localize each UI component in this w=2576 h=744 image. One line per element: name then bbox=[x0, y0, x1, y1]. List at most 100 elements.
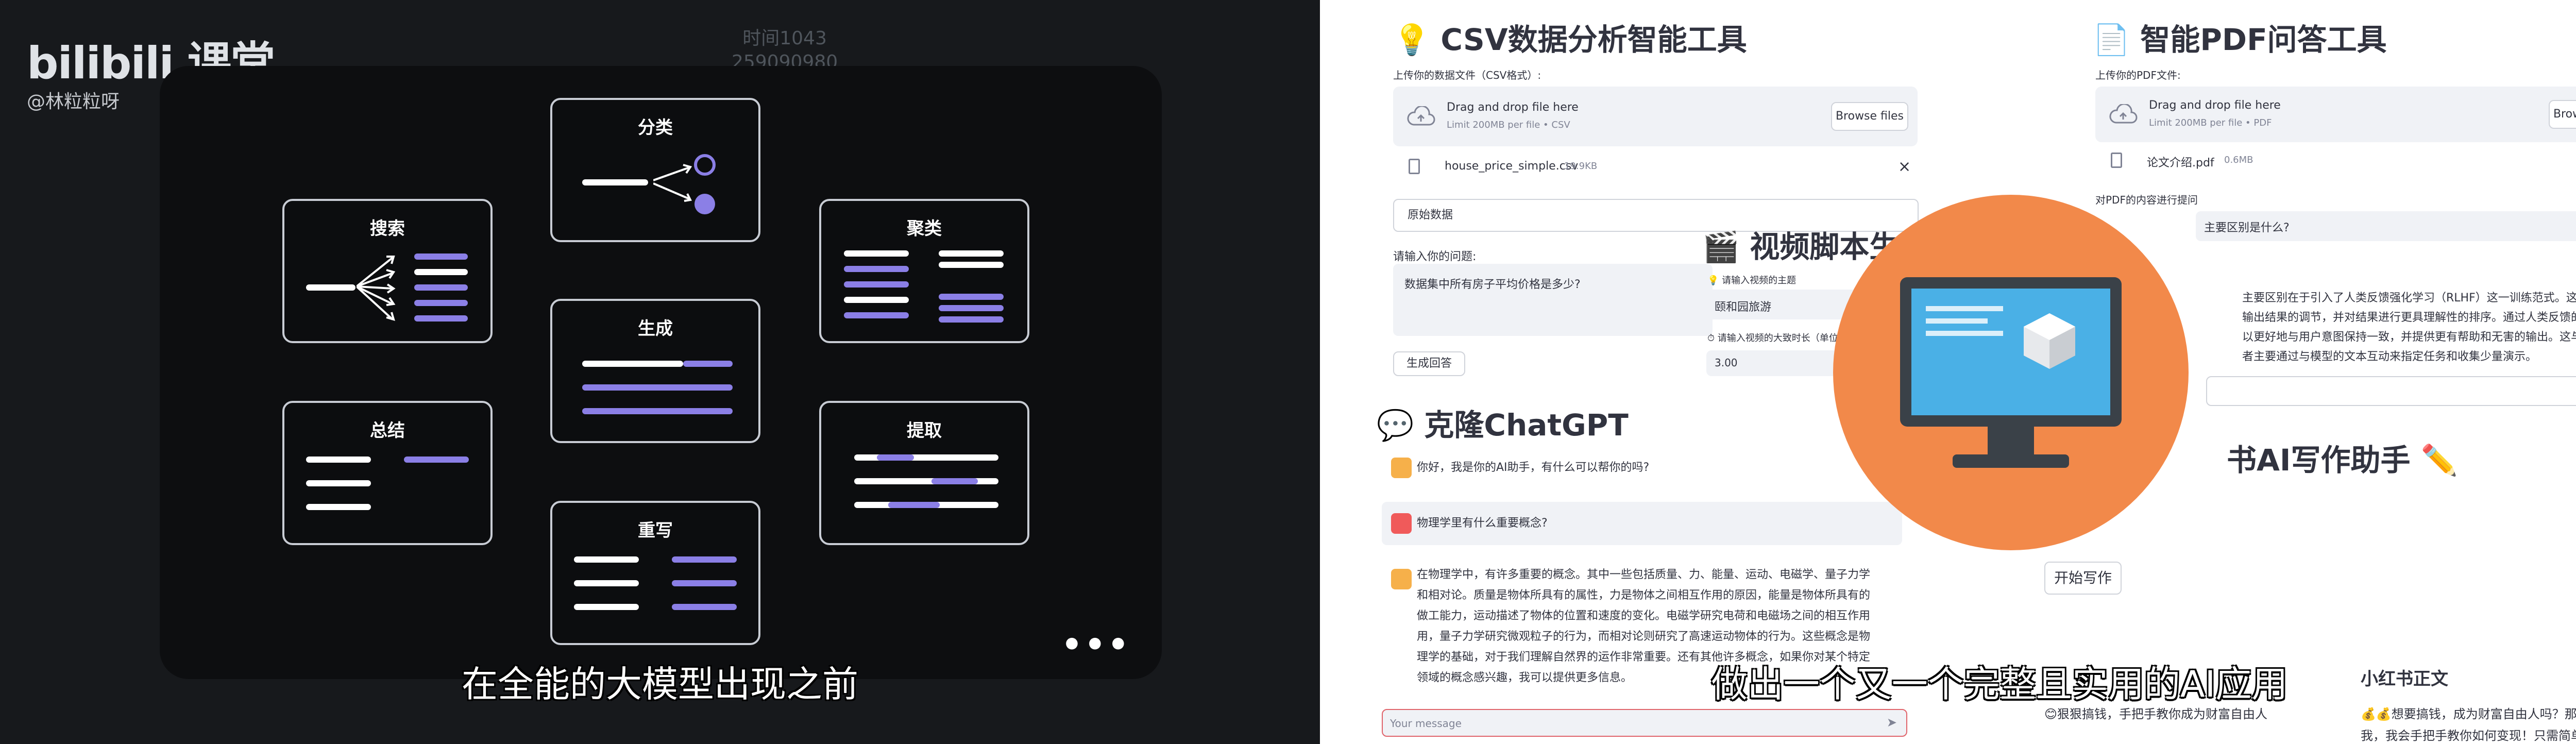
pdf-question-value: 主要区别是什么? bbox=[2204, 222, 2290, 234]
csv-question-input[interactable]: 数据集中所有房子平均价格是多少? bbox=[1393, 264, 1713, 336]
pdf-question-input[interactable]: 主要区别是什么? bbox=[2196, 211, 2576, 241]
pdf-file-name: 论文介绍.pdf bbox=[2147, 157, 2214, 170]
summarize-line-3 bbox=[306, 504, 371, 510]
extract-highlight-2 bbox=[931, 478, 978, 484]
xhs-start-button[interactable]: 开始写作 bbox=[2044, 562, 2122, 595]
csv-submit-button[interactable]: 生成回答 bbox=[1393, 351, 1465, 376]
classify-arrows-icon bbox=[653, 154, 716, 214]
cluster-line-9 bbox=[939, 305, 1004, 311]
pdf-answer-line-4: 者主要通过与模型的文本互动来指定任务和收集少量演示。 bbox=[2242, 350, 2537, 363]
monitor-icon bbox=[1900, 277, 2122, 468]
pdf-source-expander[interactable]: ⌄ bbox=[2206, 376, 2576, 406]
summarize-line-1 bbox=[306, 456, 371, 463]
send-icon[interactable]: ➤ bbox=[1887, 715, 1897, 730]
rewrite-line-1 bbox=[574, 556, 639, 563]
chatgpt-title: 💬 克隆ChatGPT bbox=[1377, 408, 1629, 443]
csv-file-row: house_price_simple.csv 19.9KB × bbox=[1393, 153, 1918, 183]
csv-raw-data-label: 原始数据 bbox=[1408, 209, 1453, 222]
upload-cloud-icon bbox=[2109, 104, 2138, 124]
extract-highlight-3 bbox=[888, 502, 940, 508]
card-summarize: 总结 bbox=[282, 401, 493, 545]
rewrite-out-2 bbox=[672, 580, 737, 586]
card-generate: 生成 bbox=[550, 299, 760, 443]
card-extract-title: 提取 bbox=[907, 420, 942, 441]
pdf-dropzone[interactable]: Drag and drop file here Limit 200MB per … bbox=[2095, 87, 2576, 142]
chat-answer-line-3: 做工能力，运动描述了物体的位置和速度的变化。电磁学研究电荷和电磁场之间的相互作用 bbox=[1417, 610, 1871, 622]
generate-line-1b bbox=[683, 361, 733, 367]
file-icon bbox=[1409, 159, 1420, 174]
cluster-line-7 bbox=[939, 262, 1004, 268]
chat-answer-line-4: 用，量子力学研究微观粒子的行为，而相对论则研究了高速运动物体的行为。这些概念是物 bbox=[1417, 630, 1871, 643]
rewrite-line-3 bbox=[574, 604, 639, 610]
assistant-avatar-icon bbox=[1391, 569, 1412, 589]
csv-browse-button[interactable]: Browse files bbox=[1831, 102, 1908, 131]
timestamp-line-1: 时间1043 bbox=[742, 28, 827, 49]
csv-upload-label: 上传你的数据文件（CSV格式）: bbox=[1393, 69, 1541, 81]
csv-tool-title: 💡 CSV数据分析智能工具 bbox=[1393, 22, 1747, 57]
csv-remove-file-icon[interactable]: × bbox=[1898, 158, 1911, 176]
video-topic-label: 💡 请输入视频的主题 bbox=[1707, 275, 1797, 286]
search-query-line bbox=[306, 284, 355, 291]
chat-message-2: 物理学里有什么重要概念? bbox=[1417, 517, 1548, 530]
card-extract: 提取 bbox=[819, 401, 1029, 545]
cluster-line-8 bbox=[939, 294, 1004, 300]
card-rewrite-title: 重写 bbox=[638, 520, 673, 541]
csv-file-size: 19.9KB bbox=[1564, 161, 1598, 172]
rewrite-out-3 bbox=[672, 604, 737, 610]
summarize-output-line bbox=[404, 456, 469, 463]
split-divider bbox=[1320, 0, 1330, 744]
csv-dropzone[interactable]: Drag and drop file here Limit 200MB per … bbox=[1393, 87, 1918, 146]
card-search-title: 搜索 bbox=[370, 218, 405, 239]
card-search: 搜索 bbox=[282, 199, 493, 343]
pdf-answer: 主要区别在于引入了人类反馈强化学习（RLHF）这一训练范式。这种 输出结果的调节… bbox=[2242, 289, 2576, 367]
search-result-3 bbox=[414, 284, 468, 291]
card-cluster-title: 聚类 bbox=[907, 218, 942, 239]
generate-line-1 bbox=[582, 361, 683, 367]
extract-highlight-1 bbox=[877, 454, 914, 461]
summarize-line-2 bbox=[306, 480, 371, 486]
file-icon bbox=[2111, 153, 2122, 168]
csv-drop-text: Drag and drop file here bbox=[1447, 101, 1579, 114]
author-handle: @林粒粒呀 bbox=[27, 91, 120, 112]
csv-question-value: 数据集中所有房子平均价格是多少? bbox=[1404, 278, 1581, 291]
subtitle-right: 做出一个又一个完整且实用的AI应用 bbox=[1711, 663, 2288, 705]
csv-question-label: 请输入你的问题: bbox=[1393, 250, 1477, 263]
pdf-file-row: 论文介绍.pdf 0.6MB × bbox=[2095, 147, 2576, 178]
video-length-value: 3.00 bbox=[1715, 357, 1738, 369]
pdf-answer-line-1: 主要区别在于引入了人类反馈强化学习（RLHF）这一训练范式。这种 bbox=[2242, 292, 2576, 305]
extract-line-1 bbox=[854, 454, 998, 461]
pdf-limit-text: Limit 200MB per file • PDF bbox=[2149, 117, 2272, 128]
card-cluster: 聚类 bbox=[819, 199, 1029, 343]
pdf-browse-button[interactable]: Browse files bbox=[2549, 100, 2576, 129]
search-result-4 bbox=[414, 300, 468, 306]
upload-cloud-icon bbox=[1407, 106, 1435, 126]
chat-answer-line-2: 和相对论。质量是物体所具有的属性，力是物体之间相互作用的原因，能量是物体所具有的 bbox=[1417, 589, 1871, 602]
task-diagram-stage: 分类 搜索 聚类 生成 总结 提取 重写 bbox=[160, 66, 1162, 679]
video-topic-value: 颐和园旅游 bbox=[1715, 301, 1772, 314]
rewrite-line-2 bbox=[574, 580, 639, 586]
search-result-1 bbox=[414, 253, 468, 260]
card-generate-title: 生成 bbox=[638, 318, 673, 339]
xhs-body-right-2: 我，我会手把手教你如何变现！只需简单的几个 bbox=[2361, 729, 2576, 743]
classify-input-line bbox=[582, 179, 648, 185]
cluster-line-3 bbox=[844, 281, 909, 288]
card-classify-title: 分类 bbox=[638, 117, 673, 138]
pdf-answer-line-3: 以更好地与用户意图保持一致，并提供更有帮助和无害的输出。这与 bbox=[2242, 331, 2576, 344]
chat-answer-line-1: 在物理学中，有许多重要的概念。其中一些包括质量、力、能量、运动、电磁学、量子力学 bbox=[1417, 568, 1871, 581]
pdf-drop-text: Drag and drop file here bbox=[2149, 99, 2281, 112]
pdf-upload-label: 上传你的PDF文件: bbox=[2095, 69, 2181, 81]
chat-message-1: 你好，我是你的AI助手，有什么可以帮你的吗? bbox=[1417, 461, 1650, 474]
rewrite-out-1 bbox=[672, 556, 737, 563]
cluster-line-10 bbox=[939, 316, 1004, 323]
search-fanout-icon bbox=[357, 256, 396, 321]
card-classify: 分类 bbox=[550, 98, 760, 242]
cluster-line-5 bbox=[844, 312, 909, 318]
generate-line-3 bbox=[582, 408, 733, 414]
card-rewrite: 重写 bbox=[550, 501, 760, 645]
card-summarize-title: 总结 bbox=[370, 420, 405, 441]
pdf-tool-title: 📄 智能PDF问答工具 bbox=[2093, 22, 2387, 57]
chat-input-placeholder: Your message bbox=[1390, 717, 1462, 730]
generate-line-2 bbox=[582, 384, 733, 391]
chat-input[interactable]: Your message ➤ bbox=[1382, 709, 1907, 737]
csv-limit-text: Limit 200MB per file • CSV bbox=[1447, 120, 1570, 130]
